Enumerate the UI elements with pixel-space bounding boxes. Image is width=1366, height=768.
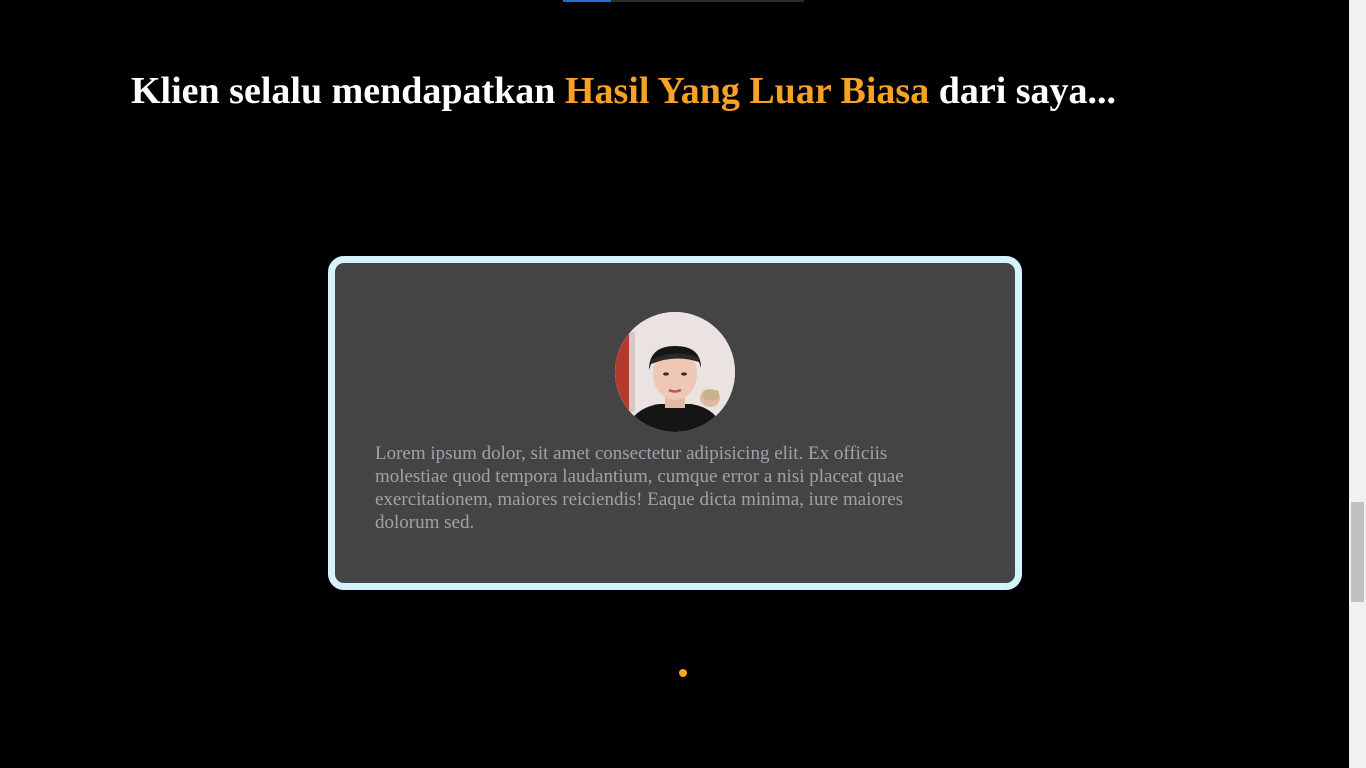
- testimonial-card: Lorem ipsum dolor, sit amet consectetur …: [328, 256, 1022, 590]
- testimonial-text: Lorem ipsum dolor, sit amet consectetur …: [375, 443, 904, 533]
- headline-suffix: dari saya...: [929, 70, 1117, 112]
- section-headline: Klien selalu mendapatkan Hasil Yang Luar…: [131, 66, 1116, 116]
- scroll-progress-fill: [563, 0, 612, 2]
- testimonial-section: Klien selalu mendapatkan Hasil Yang Luar…: [0, 0, 1366, 768]
- carousel-dot[interactable]: [679, 669, 687, 677]
- headline-prefix: Klien selalu mendapatkan: [131, 70, 565, 112]
- scroll-progress-bar: [563, 0, 804, 2]
- headline-highlight: Hasil Yang Luar Biasa: [564, 70, 930, 112]
- scrollbar-thumb[interactable]: [1351, 502, 1364, 602]
- vertical-scrollbar[interactable]: [1349, 0, 1366, 768]
- carousel-pagination: [679, 669, 687, 677]
- client-avatar: [615, 312, 735, 432]
- avatar-photo-icon: [615, 312, 735, 432]
